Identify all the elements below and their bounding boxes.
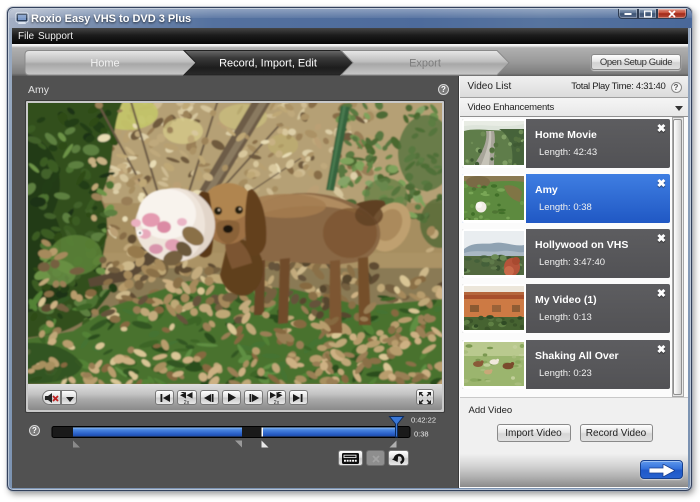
svg-text:2x: 2x: [184, 399, 190, 403]
svg-text:0:38: 0:38: [414, 430, 429, 439]
svg-text:Home: Home: [90, 58, 119, 70]
svg-text:Record, Import, Edit: Record, Import, Edit: [219, 58, 317, 70]
svg-text:2x: 2x: [273, 399, 279, 403]
svg-text:0:42:22: 0:42:22: [411, 416, 436, 425]
svg-text:Export: Export: [409, 58, 441, 70]
